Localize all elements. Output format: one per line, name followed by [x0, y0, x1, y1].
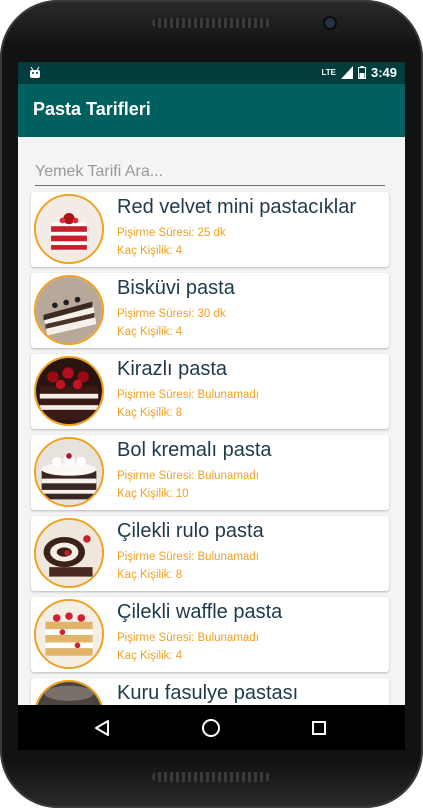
search-field[interactable]: [35, 159, 385, 186]
recipe-cook-time: Pişirme Süresi: 30 dk: [117, 308, 226, 320]
recipe-cook-time: Pişirme Süresi: Bulunamadı: [117, 632, 259, 644]
recipe-card[interactable]: Bol kremalı pasta Pişirme Süresi: Buluna…: [31, 435, 389, 510]
recents-square-icon: [312, 721, 326, 735]
recipe-card[interactable]: Çilekli rulo pasta Pişirme Süresi: Bulun…: [31, 516, 389, 591]
recipe-name: Kirazlı pasta: [117, 358, 228, 380]
battery-icon: [357, 66, 366, 79]
back-button[interactable]: [88, 714, 116, 742]
recipe-servings: Kaç Kişilik: 4: [117, 245, 183, 257]
recipe-name: Bisküvi pasta: [117, 277, 235, 299]
recipe-card[interactable]: Red velvet mini pastacıklar Pişirme Süre…: [31, 192, 389, 267]
recipe-thumbnail: [34, 194, 104, 264]
recents-button[interactable]: [305, 714, 333, 742]
recipe-thumbnail: [34, 437, 104, 507]
recipe-card[interactable]: Kuru fasulye pastası: [31, 678, 389, 705]
recipe-name: Çilekli waffle pasta: [117, 601, 283, 623]
screen: LTE 3:49 Pasta Tarifleri Yemek Tarifi Ar…: [18, 62, 405, 750]
recipe-name: Red velvet mini pastacıklar: [117, 196, 356, 218]
home-button[interactable]: [197, 714, 225, 742]
recipe-cook-time: Pişirme Süresi: Bulunamadı: [117, 470, 259, 482]
bottom-speaker: [152, 772, 270, 782]
recipe-list[interactable]: Red velvet mini pastacıklar Pişirme Süre…: [31, 192, 391, 705]
network-label: LTE: [321, 68, 336, 77]
recipe-servings: Kaç Kişilik: 10: [117, 488, 189, 500]
back-triangle-icon: [95, 720, 109, 736]
status-time: 3:49: [370, 65, 397, 80]
recipe-servings: Kaç Kişilik: 8: [117, 569, 183, 581]
recipe-servings: Kaç Kişilik: 4: [117, 650, 183, 662]
recipe-card[interactable]: Çilekli waffle pasta Pişirme Süresi: Bul…: [31, 597, 389, 672]
android-icon: [30, 66, 40, 78]
recipe-thumbnail: [34, 599, 104, 669]
recipe-thumbnail: [34, 518, 104, 588]
signal-icon: [340, 66, 353, 79]
top-speaker: [152, 18, 270, 28]
front-camera: [325, 18, 335, 28]
status-bar: LTE 3:49: [18, 62, 405, 84]
recipe-cook-time: Pişirme Süresi: 25 dk: [117, 227, 226, 239]
recipe-name: Bol kremalı pasta: [117, 439, 272, 461]
app-title: Pasta Tarifleri: [33, 99, 151, 119]
recipe-card[interactable]: Bisküvi pasta Pişirme Süresi: 30 dk Kaç …: [31, 273, 389, 348]
recipe-servings: Kaç Kişilik: 8: [117, 407, 183, 419]
recipe-thumbnail: [34, 680, 104, 705]
app-bar: Pasta Tarifleri: [18, 84, 405, 137]
phone-frame: LTE 3:49 Pasta Tarifleri Yemek Tarifi Ar…: [0, 0, 423, 808]
recipe-servings: Kaç Kişilik: 4: [117, 326, 183, 338]
status-right: LTE 3:49: [321, 65, 397, 80]
recipe-thumbnail: [34, 275, 104, 345]
recipe-name: Çilekli rulo pasta: [117, 520, 264, 542]
navigation-bar: [18, 705, 405, 750]
recipe-cook-time: Pişirme Süresi: Bulunamadı: [117, 551, 259, 563]
home-circle-icon: [202, 719, 220, 737]
recipe-content[interactable]: Red velvet mini pastacıklar Pişirme Süre…: [18, 137, 405, 705]
recipe-card[interactable]: Kirazlı pasta Pişirme Süresi: Bulunamadı…: [31, 354, 389, 429]
recipe-thumbnail: [34, 356, 104, 426]
recipe-cook-time: Pişirme Süresi: Bulunamadı: [117, 389, 259, 401]
search-input[interactable]: [35, 159, 385, 185]
recipe-name: Kuru fasulye pastası: [117, 682, 299, 704]
